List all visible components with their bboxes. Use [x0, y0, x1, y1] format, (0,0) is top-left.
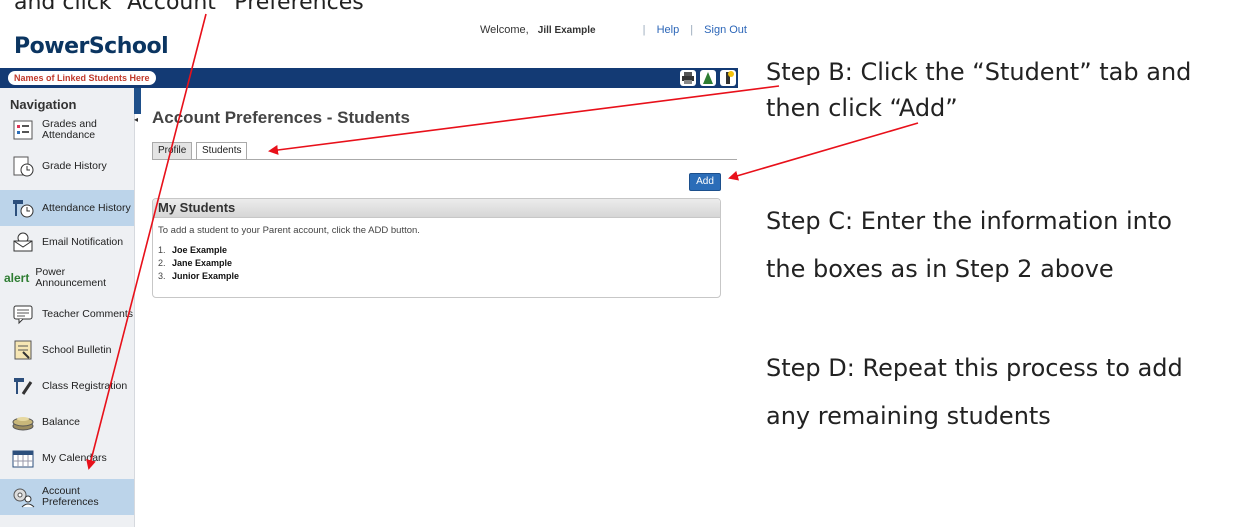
- nav-item-power-announcement[interactable]: alert Power Announcement: [0, 260, 134, 296]
- student-list: 1. Joe Example 2. Jane Example 3. Junior Ex…: [153, 244, 720, 283]
- calendar-icon: [10, 445, 36, 471]
- nav-label: Teacher Comments: [42, 307, 134, 320]
- nav-label: My Calendars: [42, 451, 107, 464]
- tab-students[interactable]: Students: [196, 142, 248, 160]
- sidebar-collapse-handle[interactable]: [134, 88, 141, 114]
- powerschool-logo: PowerSchool: [14, 34, 169, 59]
- nav-item-grade-history[interactable]: Grade History: [0, 148, 134, 184]
- arrow-to-add-button: [728, 122, 919, 181]
- add-student-button[interactable]: Add: [689, 173, 721, 191]
- nav-item-teacher-comments[interactable]: Teacher Comments: [0, 296, 134, 332]
- nav-label: School Bulletin: [42, 343, 112, 356]
- grades-icon: [10, 117, 36, 143]
- bulletin-icon: [10, 337, 36, 363]
- student-name: Junior Example: [172, 271, 240, 281]
- nav-item-school-bulletin[interactable]: School Bulletin: [0, 332, 134, 368]
- grade-history-icon: [10, 153, 36, 179]
- alert-icon: alert: [4, 271, 30, 285]
- nav-label: Balance: [42, 415, 80, 428]
- balance-icon: [10, 409, 36, 435]
- nav-label: Attendance History: [42, 201, 131, 214]
- step-c-text: Step C: Enter the information into the b…: [766, 207, 1172, 283]
- nav-item-my-calendars[interactable]: My Calendars: [0, 440, 134, 476]
- my-students-panel: My Students To add a student to your Par…: [152, 198, 721, 298]
- district-icon[interactable]: [700, 70, 716, 86]
- nav-item-balance[interactable]: Balance: [0, 404, 134, 440]
- panel-title: My Students: [153, 199, 720, 218]
- step-b-text: Step B: Click the “Student” tab and then…: [766, 58, 1192, 122]
- nav-label: Power Announcement: [35, 266, 106, 289]
- page-title: Account Preferences - Students: [152, 108, 410, 127]
- nav-item-class-registration[interactable]: Class Registration: [0, 368, 134, 404]
- student-name: Jane Example: [172, 258, 233, 268]
- toolbar-icons: [680, 70, 736, 86]
- collapse-arrow-icon[interactable]: ◂: [134, 116, 140, 124]
- step-d-text: Step D: Repeat this process to add any r…: [766, 354, 1183, 430]
- panel-instructions: To add a student to your Parent account,…: [158, 225, 420, 236]
- help-link[interactable]: Help: [657, 24, 680, 36]
- nav-label: Account Preferences: [42, 485, 99, 508]
- student-name: Joe Example: [172, 245, 228, 255]
- nav-item-account-preferences[interactable]: Account Preferences: [0, 479, 134, 515]
- linked-students-selector[interactable]: Names of Linked Students Here: [8, 71, 156, 85]
- nav-item-grades-attendance[interactable]: Grades and Attendance: [0, 112, 134, 148]
- nav-label: Email Notification: [42, 235, 124, 248]
- instruction-caption-top: and click “Account” Preferences: [14, 0, 364, 15]
- list-item: 2. Jane Example: [158, 258, 233, 268]
- welcome-text: Welcome,: [480, 24, 529, 36]
- nav-item-attendance-history[interactable]: Attendance History: [0, 190, 134, 226]
- nav-label: Grades and Attendance: [42, 118, 97, 141]
- navigation-sidebar: ◂ Navigation Grades and Attendance Grade…: [0, 88, 141, 527]
- header-links: Welcome, Jill Example | Help | Sign Out: [480, 24, 747, 36]
- user-name: Jill Example: [537, 25, 596, 36]
- registration-icon: [10, 373, 36, 399]
- tab-profile[interactable]: Profile: [152, 142, 193, 159]
- print-icon[interactable]: [680, 70, 696, 86]
- header-separator: |: [690, 24, 694, 36]
- preferences-icon: [10, 484, 36, 510]
- comments-icon: [10, 301, 36, 327]
- navigation-title: Navigation: [10, 97, 77, 112]
- list-item: 3. Junior Example: [158, 271, 240, 281]
- nav-label: Class Registration: [42, 379, 128, 392]
- email-icon: [10, 229, 36, 255]
- nav-item-email-notification[interactable]: Email Notification: [0, 224, 134, 260]
- nav-label: Grade History: [42, 159, 107, 172]
- sign-out-link[interactable]: Sign Out: [704, 24, 747, 36]
- header-separator: |: [642, 24, 646, 36]
- notification-icon[interactable]: [720, 70, 736, 86]
- list-item: 1. Joe Example: [158, 245, 228, 255]
- tab-divider: [152, 159, 737, 160]
- attendance-icon: [10, 195, 36, 221]
